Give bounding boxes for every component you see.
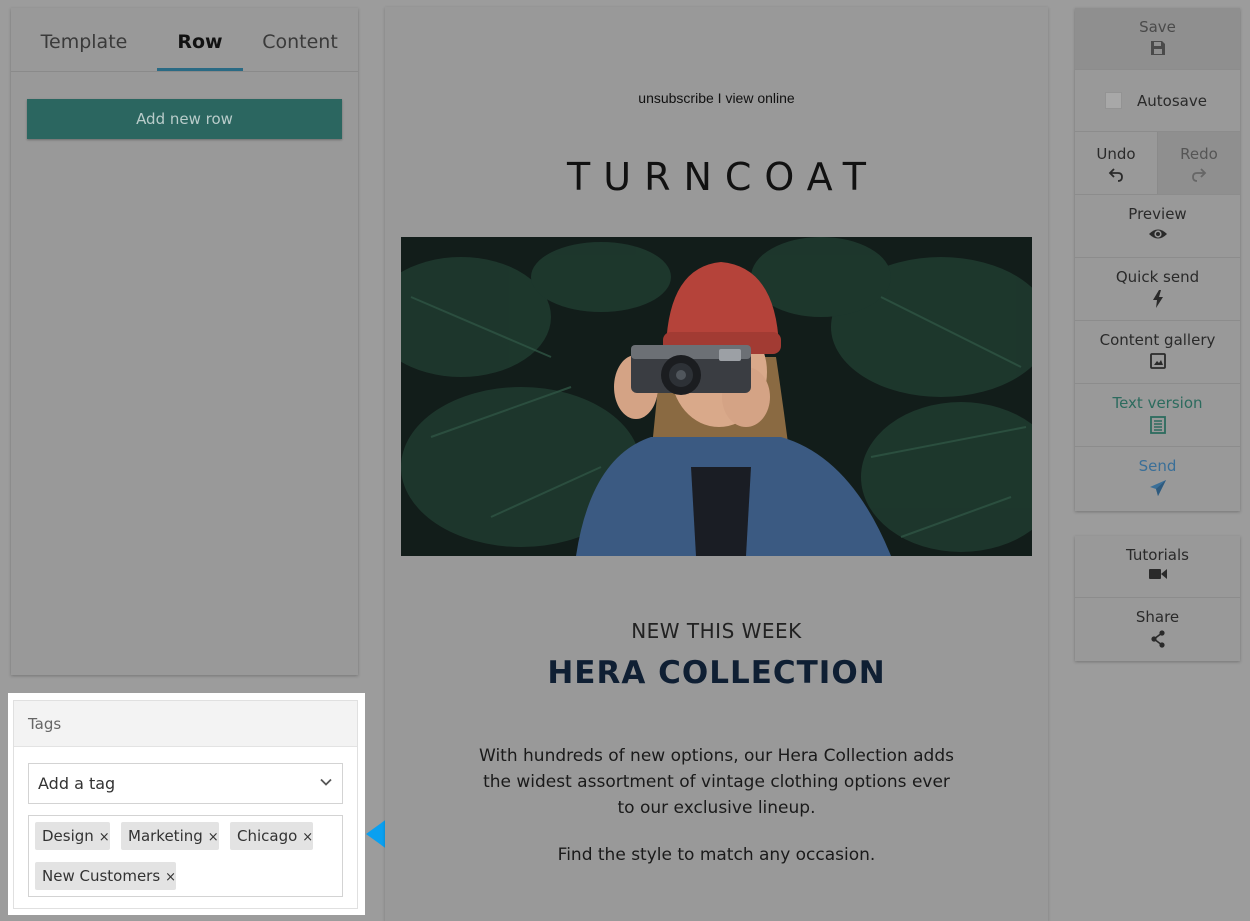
undo-label: Undo [1096,145,1136,163]
send-button[interactable]: Send [1075,447,1240,511]
preview-button[interactable]: Preview [1075,195,1240,258]
tag-chip-new-customers: New Customers × [35,862,177,890]
tag-chip-design: Design × [35,822,110,850]
autosave-label: Autosave [1137,92,1207,110]
tag-label: New Customers [42,867,161,885]
preheader-links[interactable]: unsubscribe I view online [385,90,1048,106]
undo-button[interactable]: Undo [1075,132,1157,194]
section-subheading: NEW THIS WEEK [631,619,802,643]
undo-redo-group: Undo Redo [1075,132,1240,195]
tutorials-button[interactable]: Tutorials [1075,536,1240,598]
remove-tag-icon[interactable]: × [165,870,176,885]
remove-tag-icon[interactable]: × [302,830,313,845]
body-paragraph: With hundreds of new options, our Hera C… [479,746,954,818]
eye-icon [1148,229,1167,239]
autosave-toggle[interactable]: Autosave [1075,70,1240,132]
active-tab-indicator [157,68,243,71]
help-toolbar: Tutorials Share [1075,536,1240,661]
undo-icon [1108,168,1123,182]
tab-row[interactable]: Row [157,8,243,72]
chevron-down-icon [320,778,332,786]
add-tag-select[interactable]: Add a tag [28,763,343,804]
tags-title: Tags [14,701,357,747]
tags-panel: Tags Add a tag Design × Marketing × Chicag… [13,700,358,909]
lightning-icon [1152,290,1163,308]
tag-label: Design [42,827,94,845]
video-camera-icon [1148,569,1167,579]
tag-chip-chicago: Chicago × [230,822,314,850]
add-new-row-button[interactable]: Add new row [27,99,342,139]
quick-send-label: Quick send [1115,268,1200,286]
content-gallery-button[interactable]: Content gallery [1075,321,1240,384]
text-version-label: Text version [1112,394,1203,412]
add-tag-placeholder: Add a tag [38,774,116,793]
tag-label: Marketing [128,827,203,845]
redo-button[interactable]: Redo [1157,132,1240,194]
tag-chip-marketing: Marketing × [121,822,219,850]
hero-image[interactable] [401,237,1032,556]
redo-label: Redo [1180,145,1218,163]
redo-icon [1192,168,1207,182]
action-toolbar: Save Autosave Undo Redo Preview Quick se… [1075,8,1240,511]
quick-send-button[interactable]: Quick send [1075,258,1240,321]
panel-tabs: Template Row Content [11,8,358,72]
brand-logo-text: TURNCOAT [567,155,879,199]
send-label: Send [1138,457,1177,475]
remove-tag-icon[interactable]: × [99,830,110,845]
left-panel: Template Row Content Add new row [11,8,358,675]
email-canvas[interactable]: unsubscribe I view online TURNCOAT NEW T… [385,7,1048,921]
tag-label: Chicago [237,827,298,845]
section-heading: HERA COLLECTION [547,655,886,691]
hero-photo [401,237,1032,556]
tag-list[interactable]: Design × Marketing × Chicago × New Customer… [28,815,343,897]
save-button[interactable]: Save [1075,8,1240,70]
body-paragraph-2: Find the style to match any occasion. [557,845,876,865]
share-icon [1150,630,1165,648]
text-document-icon [1149,416,1166,434]
tab-template[interactable]: Template [29,8,139,72]
image-icon [1149,353,1166,369]
share-button[interactable]: Share [1075,598,1240,661]
share-label: Share [1135,608,1180,626]
autosave-checkbox[interactable] [1105,92,1122,109]
content-gallery-label: Content gallery [1099,331,1216,349]
tab-content[interactable]: Content [256,8,344,72]
tags-highlight: Tags Add a tag Design × Marketing × Chicag… [8,693,365,915]
remove-tag-icon[interactable]: × [208,830,219,845]
floppy-disk-icon [1150,41,1165,55]
save-label: Save [1139,18,1176,36]
preview-label: Preview [1128,205,1187,223]
tutorials-label: Tutorials [1126,546,1189,564]
paper-plane-icon [1149,480,1166,496]
text-version-button[interactable]: Text version [1075,384,1240,447]
